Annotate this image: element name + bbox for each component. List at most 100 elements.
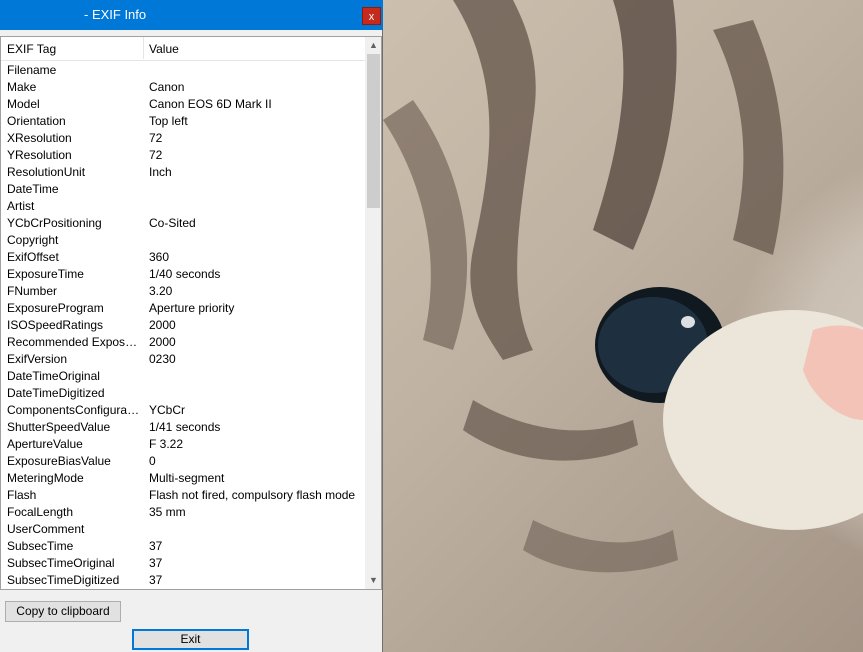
- table-row[interactable]: ISOSpeedRatings 2000: [1, 316, 365, 333]
- exit-button[interactable]: Exit: [132, 629, 249, 650]
- exif-tag-cell: ExposureBiasValue: [7, 454, 111, 468]
- exif-value-cell: Aperture priority: [149, 301, 235, 315]
- column-divider[interactable]: [143, 37, 144, 59]
- exif-tag-cell: UserComment: [7, 522, 85, 536]
- table-row[interactable]: SubsecTimeDigitized 37: [1, 571, 365, 588]
- exif-value-cell: Canon: [149, 80, 185, 94]
- exif-value-cell: Canon EOS 6D Mark II: [149, 97, 272, 111]
- table-row[interactable]: ComponentsConfiguration YCbCr: [1, 401, 365, 418]
- column-header-value[interactable]: Value: [149, 42, 179, 56]
- table-row[interactable]: Model Canon EOS 6D Mark II: [1, 95, 365, 112]
- table-row[interactable]: ExifOffset 360: [1, 248, 365, 265]
- exif-value-cell: Co-Sited: [149, 216, 196, 230]
- table-row[interactable]: ResolutionUnit Inch: [1, 163, 365, 180]
- photo-preview: [383, 0, 863, 652]
- exif-tag-cell: MeteringMode: [7, 471, 84, 485]
- scroll-down-icon[interactable]: ▼: [365, 572, 381, 589]
- exif-tag-cell: FNumber: [7, 284, 58, 298]
- table-row[interactable]: ExposureProgram Aperture priority: [1, 299, 365, 316]
- exif-tag-cell: DateTime: [7, 182, 59, 196]
- exif-tag-cell: Recommended Exposure I...: [7, 335, 141, 349]
- column-header-tag[interactable]: EXIF Tag: [7, 42, 56, 56]
- exif-value-cell: 0230: [149, 352, 176, 366]
- window-title: - EXIF Info: [84, 7, 147, 22]
- exif-value-cell: Top left: [149, 114, 188, 128]
- exif-value-cell: 37: [149, 573, 163, 587]
- table-row[interactable]: XResolution 72: [1, 129, 365, 146]
- exif-tag-cell: Copyright: [7, 233, 59, 247]
- table-row[interactable]: FNumber 3.20: [1, 282, 365, 299]
- table-row[interactable]: Flash Flash not fired, compulsory flash m…: [1, 486, 365, 503]
- exif-value-cell: F 3.22: [149, 437, 184, 451]
- table-row[interactable]: ExposureTime 1/40 seconds: [1, 265, 365, 282]
- exif-tag-cell: SubsecTime: [7, 539, 74, 553]
- exif-value-cell: 360: [149, 250, 170, 264]
- exif-tag-cell: Filename: [7, 63, 57, 77]
- table-row[interactable]: Orientation Top left: [1, 112, 365, 129]
- table-row[interactable]: SubsecTimeOriginal 37: [1, 554, 365, 571]
- table-row[interactable]: ExifVersion 0230: [1, 350, 365, 367]
- exif-value-cell: 1/41 seconds: [149, 420, 221, 434]
- exif-tag-cell: DateTimeDigitized: [7, 386, 105, 400]
- table-row[interactable]: Recommended Exposure I... 2000: [1, 333, 365, 350]
- exif-value-cell: 2000: [149, 318, 176, 332]
- table-row[interactable]: Filename: [1, 61, 365, 78]
- table-row[interactable]: MeteringMode Multi-segment: [1, 469, 365, 486]
- scroll-thumb[interactable]: [367, 54, 380, 208]
- exif-tag-cell: SubsecTimeDigitized: [7, 573, 120, 587]
- table-row[interactable]: ExposureBiasValue 0: [1, 452, 365, 469]
- scroll-up-icon[interactable]: ▲: [365, 37, 381, 54]
- exif-value-cell: YCbCr: [149, 403, 186, 417]
- exif-tag-cell: ISOSpeedRatings: [7, 318, 104, 332]
- exif-tag-cell: FocalLength: [7, 505, 74, 519]
- exif-value-cell: 37: [149, 539, 163, 553]
- copy-to-clipboard-button[interactable]: Copy to clipboard: [5, 601, 121, 622]
- exif-tag-cell: DateTimeOriginal: [7, 369, 100, 383]
- exif-tag-cell: SubsecTimeOriginal: [7, 556, 115, 570]
- exif-value-cell: Inch: [149, 165, 172, 179]
- list-rows: Filename Make Canon Model Canon EOS 6D Mark …: [1, 61, 365, 588]
- exif-value-cell: 37: [149, 556, 163, 570]
- table-row[interactable]: Make Canon: [1, 78, 365, 95]
- exif-value-cell: 0: [149, 454, 156, 468]
- exif-tag-cell: ComponentsConfiguration: [7, 403, 141, 417]
- exif-value-cell: 72: [149, 148, 163, 162]
- table-row[interactable]: YResolution 72: [1, 146, 365, 163]
- table-row[interactable]: YCbCrPositioning Co-Sited: [1, 214, 365, 231]
- exif-value-cell: Multi-segment: [149, 471, 225, 485]
- table-row[interactable]: SubsecTime 37: [1, 537, 365, 554]
- table-row[interactable]: ApertureValue F 3.22: [1, 435, 365, 452]
- table-row[interactable]: DateTime: [1, 180, 365, 197]
- list-header: EXIF Tag Value: [1, 37, 365, 61]
- table-row[interactable]: DateTimeOriginal: [1, 367, 365, 384]
- exif-value-cell: 1/40 seconds: [149, 267, 221, 281]
- close-button[interactable]: x: [362, 7, 381, 25]
- exif-tag-cell: Flash: [7, 488, 37, 502]
- exif-tag-cell: ApertureValue: [7, 437, 83, 451]
- exif-value-cell: 2000: [149, 335, 176, 349]
- exif-info-dialog: - EXIF Info x EXIF Tag Value Filename Mak…: [0, 0, 383, 652]
- vertical-scrollbar[interactable]: ▲ ▼: [365, 37, 381, 589]
- exif-tag-cell: ExposureProgram: [7, 301, 104, 315]
- exif-tag-cell: ResolutionUnit: [7, 165, 86, 179]
- table-row[interactable]: ShutterSpeedValue 1/41 seconds: [1, 418, 365, 435]
- exif-tag-cell: ExifVersion: [7, 352, 68, 366]
- exif-tag-cell: ExposureTime: [7, 267, 84, 281]
- exif-tag-cell: Make: [7, 80, 37, 94]
- exif-tag-cell: ShutterSpeedValue: [7, 420, 111, 434]
- table-row[interactable]: UserComment: [1, 520, 365, 537]
- exif-list-view[interactable]: EXIF Tag Value Filename Make Canon Model Can…: [0, 36, 382, 590]
- table-row[interactable]: FocalLength 35 mm: [1, 503, 365, 520]
- title-bar[interactable]: - EXIF Info x: [0, 0, 383, 30]
- exif-value-cell: Flash not fired, compulsory flash mode: [149, 488, 356, 502]
- exif-value-cell: 35 mm: [149, 505, 186, 519]
- exif-tag-cell: Artist: [7, 199, 35, 213]
- exif-tag-cell: Orientation: [7, 114, 66, 128]
- exif-tag-cell: ExifOffset: [7, 250, 59, 264]
- exif-value-cell: 72: [149, 131, 163, 145]
- exif-value-cell: 3.20: [149, 284, 173, 298]
- table-row[interactable]: Copyright: [1, 231, 365, 248]
- table-row[interactable]: DateTimeDigitized: [1, 384, 365, 401]
- table-row[interactable]: Artist: [1, 197, 365, 214]
- exif-tag-cell: YResolution: [7, 148, 72, 162]
